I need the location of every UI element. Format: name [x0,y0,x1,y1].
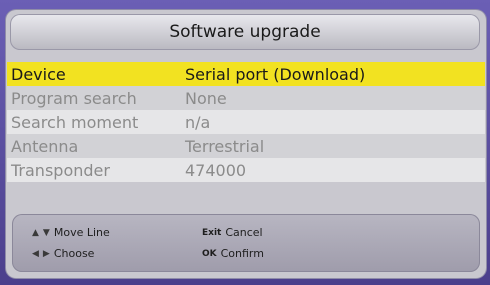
help-move-line-label: Move Line [53,226,110,239]
help-choose: ◀ ▶ Choose [32,247,94,260]
dialog-title: Software upgrade [169,22,321,42]
help-move-line: ▲ ▼ Move Line [32,226,110,239]
setting-label: Device [11,64,66,84]
setting-value: 474000 [185,160,247,180]
setting-value: n/a [185,112,211,132]
setting-label: Transponder [11,160,110,180]
setting-label: Program search [11,88,137,108]
help-choose-label: Choose [53,247,95,260]
screen: Software upgrade Device Serial port (Dow… [0,0,490,285]
setting-value: Terrestrial [185,136,265,156]
arrow-right-icon: ▶ [42,248,50,259]
setting-label: Antenna [11,136,79,156]
help-confirm-label: Confirm [220,247,264,260]
setting-row-program-search[interactable]: Program search None [7,86,485,110]
ok-key: OK [202,248,217,259]
settings-table: Device Serial port (Download) Program se… [7,62,485,182]
setting-row-transponder[interactable]: Transponder 474000 [7,158,485,182]
setting-value: None [185,88,227,108]
setting-label: Search moment [11,112,139,132]
dialog-title-bar: Software upgrade [10,14,480,50]
help-panel: ▲ ▼ Move Line ◀ ▶ Choose Exit Cancel OK … [12,214,480,272]
arrow-up-icon: ▲ [32,227,39,238]
arrow-left-icon: ◀ [32,248,39,259]
setting-row-search-moment[interactable]: Search moment n/a [7,110,485,134]
help-cancel: Exit Cancel [202,226,263,239]
exit-key: Exit [202,227,222,238]
setting-row-device[interactable]: Device Serial port (Download) [7,62,485,86]
help-confirm: OK Confirm [202,247,264,260]
help-cancel-label: Cancel [225,226,263,239]
setting-row-antenna[interactable]: Antenna Terrestrial [7,134,485,158]
arrow-down-icon: ▼ [42,227,50,238]
setting-value: Serial port (Download) [185,64,366,84]
